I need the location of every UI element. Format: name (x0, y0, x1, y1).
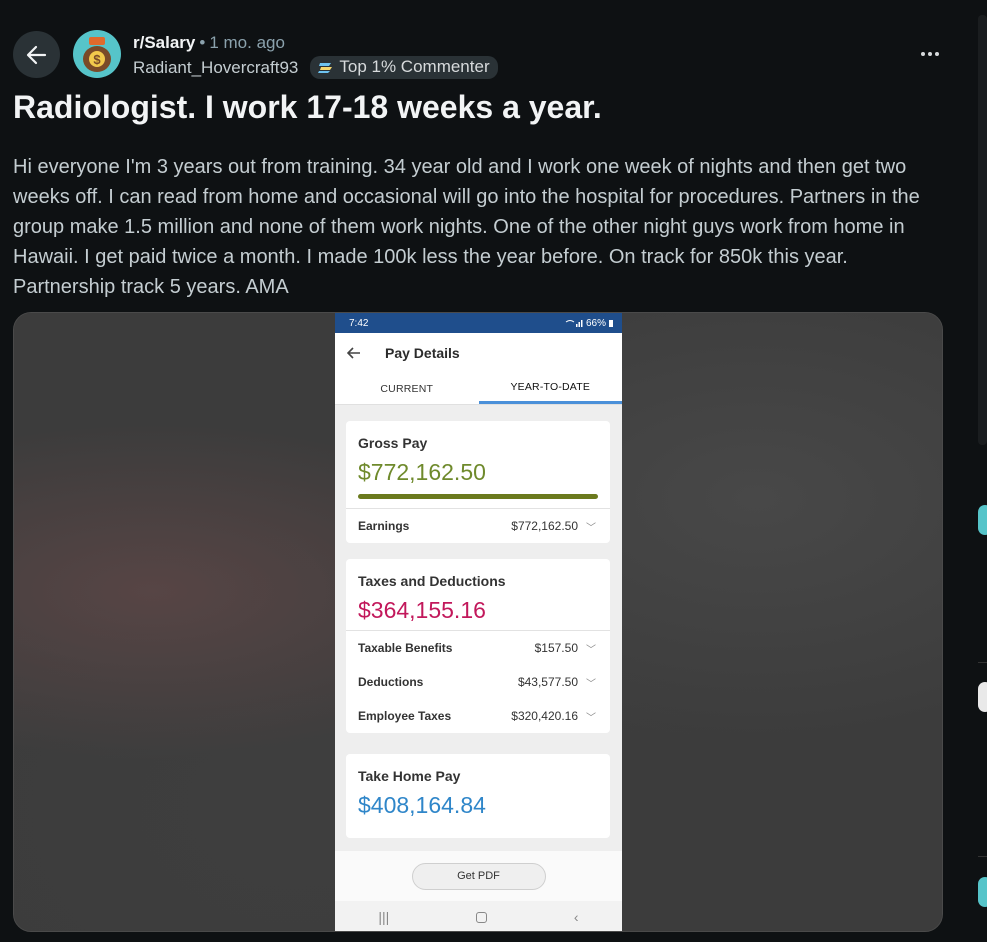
tab-year-to-date: YEAR-TO-DATE (478, 373, 622, 404)
sidebar-divider (978, 662, 987, 663)
status-time: 7:42 (349, 317, 369, 329)
more-dot (921, 52, 925, 56)
app-bar: Pay Details (335, 333, 622, 373)
get-pdf-button: Get PDF (411, 862, 546, 890)
earnings-label: Earnings (358, 519, 410, 533)
post-meta: r/Salary • 1 mo. ago (133, 32, 285, 54)
taxable-benefits-value: $157.50 (534, 641, 578, 655)
taxable-benefits-label: Taxable Benefits (358, 641, 453, 655)
earnings-value: $772,162.50 (511, 519, 578, 533)
subreddit-avatar[interactable]: $ (73, 30, 121, 78)
tab-current: CURRENT (380, 382, 434, 395)
taxes-amount: $364,155.16 (358, 597, 486, 623)
post-body: Hi everyone I'm 3 years out from trainin… (13, 156, 920, 298)
employee-taxes-row: Employee Taxes $320,420.16 ﹀ (346, 699, 610, 733)
sidebar-avatar (978, 877, 987, 907)
take-home-label: Take Home Pay (358, 768, 461, 784)
right-sidebar-edge (978, 0, 987, 942)
back-button[interactable] (13, 31, 60, 78)
more-dot (928, 52, 932, 56)
more-dot (935, 52, 939, 56)
phone-status-bar: 7:42 66% (335, 313, 622, 333)
employee-taxes-value: $320,420.16 (511, 709, 578, 723)
pdf-area: Get PDF (335, 851, 622, 901)
battery-icon (609, 319, 613, 327)
take-home-amount: $408,164.84 (358, 792, 486, 818)
arrow-left-icon (26, 45, 46, 64)
sidebar-scrollbar (978, 15, 987, 445)
chevron-down-icon: ﹀ (586, 644, 596, 656)
sidebar-avatar (978, 682, 987, 712)
earnings-row: Earnings $772,162.50 ﹀ (346, 509, 610, 543)
user-flair: Top 1% Commenter (310, 56, 498, 79)
deductions-value: $43,577.50 (517, 675, 578, 689)
home-icon (476, 911, 488, 923)
gross-pay-label: Gross Pay (358, 435, 428, 451)
back-arrow-icon (347, 347, 360, 359)
chevron-down-icon: ﹀ (586, 712, 596, 724)
status-icons: 66% (565, 318, 613, 329)
meta-separator: • (199, 33, 206, 52)
more-options-button[interactable] (914, 40, 946, 68)
svg-text:$: $ (93, 52, 101, 67)
post-image[interactable]: 7:42 66% Pay Details CURRENT YEAR-TO-DAT… (13, 312, 943, 932)
gross-pay-progress-bar (358, 494, 598, 499)
chevron-down-icon: ﹀ (586, 678, 596, 690)
commenter-badge-icon (318, 63, 333, 73)
phone-nav-bar: ||| ‹ (335, 901, 622, 931)
taxable-benefits-row: Taxable Benefits $157.50 ﹀ (346, 631, 610, 665)
app-title: Pay Details (385, 345, 460, 361)
gross-pay-amount: $772,162.50 (358, 459, 486, 485)
sidebar-avatar (978, 505, 987, 535)
chevron-down-icon: ﹀ (586, 522, 596, 534)
back-icon: ‹ (573, 909, 579, 925)
money-bag-icon: $ (83, 37, 111, 72)
author-line: Radiant_Hovercraft93 Top 1% Commenter (133, 56, 498, 79)
pay-tabs: CURRENT YEAR-TO-DATE (335, 373, 622, 405)
paystub-screenshot: 7:42 66% Pay Details CURRENT YEAR-TO-DAT… (335, 313, 622, 931)
employee-taxes-label: Employee Taxes (358, 709, 452, 723)
flair-label: Top 1% Commenter (339, 57, 490, 76)
recent-apps-icon: ||| (378, 909, 390, 925)
taxes-label: Taxes and Deductions (358, 573, 506, 589)
author-link[interactable]: Radiant_Hovercraft93 (133, 58, 298, 78)
sidebar-divider (978, 856, 987, 857)
post-time: 1 mo. ago (209, 33, 285, 52)
taxes-card: Taxes and Deductions $364,155.16 Taxable… (346, 559, 610, 733)
wifi-signal-icon (565, 320, 583, 327)
gross-pay-card: Gross Pay $772,162.50 Earnings $772,162.… (346, 421, 610, 543)
battery-level: 66% (585, 317, 606, 329)
post-title: Radiologist. I work 17-18 weeks a year. (13, 89, 602, 125)
deductions-label: Deductions (358, 675, 424, 689)
deductions-row: Deductions $43,577.50 ﹀ (346, 665, 610, 699)
take-home-card: Take Home Pay $408,164.84 (346, 754, 610, 838)
subreddit-link[interactable]: r/Salary (133, 33, 195, 52)
